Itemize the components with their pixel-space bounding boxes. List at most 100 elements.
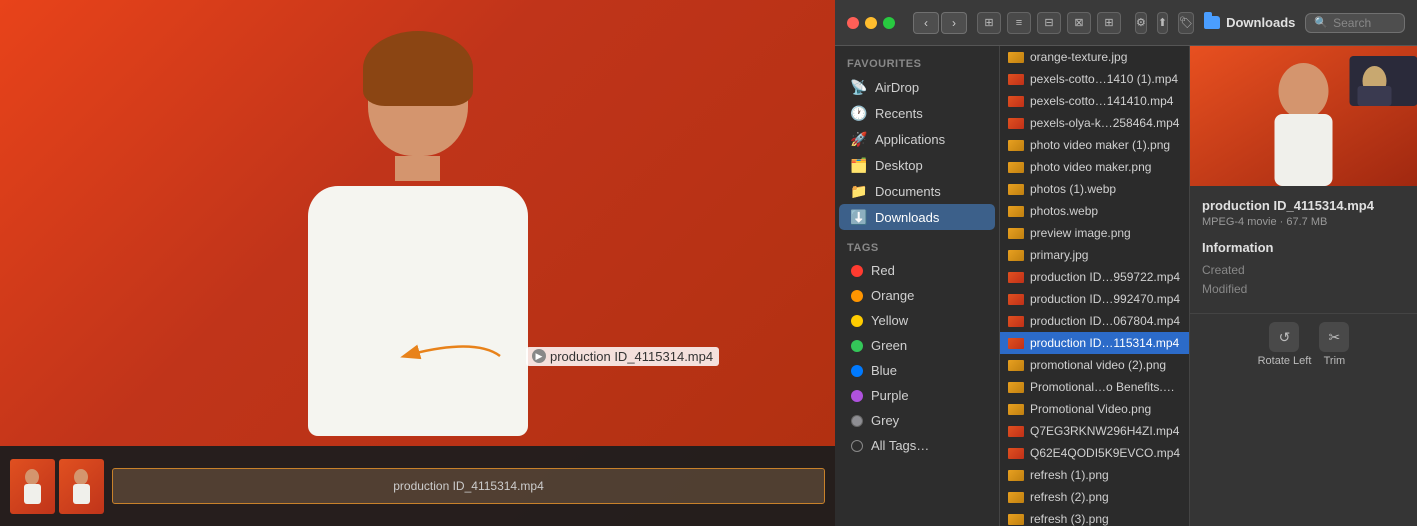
timeline-thumb-2[interactable] bbox=[59, 459, 104, 514]
file-item[interactable]: Q7EG3RKNW296H4ZI.mp4 bbox=[1000, 420, 1189, 442]
recents-icon: 🕐 bbox=[851, 105, 867, 121]
trim-icon: ✂ bbox=[1319, 322, 1349, 352]
file-name: preview image.png bbox=[1030, 226, 1181, 240]
trim-button[interactable]: ✂ Trim bbox=[1319, 322, 1349, 367]
sidebar-item-recents[interactable]: 🕐 Recents bbox=[839, 100, 995, 126]
search-box[interactable]: 🔍 bbox=[1305, 13, 1405, 33]
image-file-icon bbox=[1008, 162, 1024, 173]
file-name: Q62E4QODI5K9EVCO.mp4 bbox=[1030, 446, 1181, 460]
person-head bbox=[368, 46, 468, 156]
preview-filename: production ID_4115314.mp4 bbox=[1202, 198, 1405, 213]
file-item[interactable]: pexels-olya-k…258464.mp4 bbox=[1000, 112, 1189, 134]
file-icon bbox=[1008, 357, 1024, 373]
file-item[interactable]: photo video maker (1).png bbox=[1000, 134, 1189, 156]
rotate-left-icon: ↺ bbox=[1269, 322, 1299, 352]
file-item[interactable]: photos (1).webp bbox=[1000, 178, 1189, 200]
share-button[interactable]: ⬆ bbox=[1157, 12, 1168, 34]
minimize-button[interactable] bbox=[865, 17, 877, 29]
file-icon bbox=[1008, 445, 1024, 461]
file-item[interactable]: production ID…959722.mp4 bbox=[1000, 266, 1189, 288]
file-item[interactable]: production ID…115314.mp4 bbox=[1000, 332, 1189, 354]
file-item[interactable]: Promotional Video.png bbox=[1000, 398, 1189, 420]
preview-thumbnail bbox=[1190, 46, 1417, 186]
image-file-icon bbox=[1008, 382, 1024, 393]
documents-icon: 📁 bbox=[851, 183, 867, 199]
timeline-progress[interactable]: production ID_4115314.mp4 bbox=[112, 468, 825, 504]
file-item[interactable]: production ID…067804.mp4 bbox=[1000, 310, 1189, 332]
sidebar-tag-green[interactable]: Green bbox=[839, 333, 995, 358]
blue-tag-dot bbox=[851, 365, 863, 377]
file-item[interactable]: refresh (1).png bbox=[1000, 464, 1189, 486]
purple-tag-dot bbox=[851, 390, 863, 402]
sidebar-item-desktop[interactable]: 🗂️ Desktop bbox=[839, 152, 995, 178]
grey-tag-dot bbox=[851, 415, 863, 427]
file-item[interactable]: Promotional…o Benefits.png bbox=[1000, 376, 1189, 398]
tag-purple-label: Purple bbox=[871, 388, 909, 403]
green-tag-dot bbox=[851, 340, 863, 352]
file-icon bbox=[1008, 269, 1024, 285]
sidebar-tag-grey[interactable]: Grey bbox=[839, 408, 995, 433]
file-name: refresh (3).png bbox=[1030, 512, 1181, 526]
downloads-icon: ⬇️ bbox=[851, 209, 867, 225]
gallery-view-button[interactable]: ⊠ bbox=[1067, 12, 1091, 34]
sidebar-tag-yellow[interactable]: Yellow bbox=[839, 308, 995, 333]
timeline-thumb-1[interactable] bbox=[10, 459, 55, 514]
video-file-icon bbox=[1008, 338, 1024, 349]
annotation-label: production ID_4115314.mp4 bbox=[550, 349, 713, 364]
sidebar-item-applications[interactable]: 🚀 Applications bbox=[839, 126, 995, 152]
file-item[interactable]: promotional video (2).png bbox=[1000, 354, 1189, 376]
sidebar-tag-purple[interactable]: Purple bbox=[839, 383, 995, 408]
file-item[interactable]: photo video maker.png bbox=[1000, 156, 1189, 178]
file-item[interactable]: photos.webp bbox=[1000, 200, 1189, 222]
file-icon bbox=[1008, 467, 1024, 483]
sidebar-tag-red[interactable]: Red bbox=[839, 258, 995, 283]
finder-titlebar: ‹ › ⊞ ≡ ⊟ ⊠ ⊞ ⚙ ⬆ 🏷 Downloads 🔍 bbox=[835, 0, 1417, 46]
rotate-left-button[interactable]: ↺ Rotate Left bbox=[1258, 322, 1312, 367]
file-name: refresh (1).png bbox=[1030, 468, 1181, 482]
sidebar-documents-label: Documents bbox=[875, 184, 941, 199]
file-item[interactable]: refresh (2).png bbox=[1000, 486, 1189, 508]
sidebar-item-documents[interactable]: 📁 Documents bbox=[839, 178, 995, 204]
file-icon bbox=[1008, 247, 1024, 263]
file-name: photo video maker (1).png bbox=[1030, 138, 1181, 152]
sidebar-item-downloads[interactable]: ⬇️ Downloads bbox=[839, 204, 995, 230]
settings-button[interactable]: ⚙ bbox=[1135, 12, 1147, 34]
maximize-button[interactable] bbox=[883, 17, 895, 29]
sidebar-desktop-label: Desktop bbox=[875, 158, 923, 173]
file-item[interactable]: Q62E4QODI5K9EVCO.mp4 bbox=[1000, 442, 1189, 464]
list-view-button[interactable]: ≡ bbox=[1007, 12, 1031, 34]
red-tag-dot bbox=[851, 265, 863, 277]
forward-button[interactable]: › bbox=[941, 12, 967, 34]
sidebar-item-airdrop[interactable]: 📡 AirDrop bbox=[839, 74, 995, 100]
timeline-bar[interactable]: production ID_4115314.mp4 bbox=[0, 446, 835, 526]
sidebar-tag-orange[interactable]: Orange bbox=[839, 283, 995, 308]
window-controls bbox=[847, 17, 895, 29]
close-button[interactable] bbox=[847, 17, 859, 29]
thumb-preview-1 bbox=[10, 459, 55, 514]
back-button[interactable]: ‹ bbox=[913, 12, 939, 34]
file-name: pexels-cotto…141410.mp4 bbox=[1030, 94, 1181, 108]
sidebar-recents-label: Recents bbox=[875, 106, 923, 121]
column-view-button[interactable]: ⊟ bbox=[1037, 12, 1061, 34]
search-input[interactable] bbox=[1333, 16, 1398, 30]
tags-button[interactable]: 🏷 bbox=[1178, 12, 1194, 34]
file-name: production ID…959722.mp4 bbox=[1030, 270, 1181, 284]
orange-tag-dot bbox=[851, 290, 863, 302]
file-item[interactable]: pexels-cotto…1410 (1).mp4 bbox=[1000, 68, 1189, 90]
file-item[interactable]: orange-texture.jpg bbox=[1000, 46, 1189, 68]
sidebar-all-tags[interactable]: All Tags… bbox=[839, 433, 995, 458]
file-list: orange-texture.jpg pexels-cotto…1410 (1)… bbox=[1000, 46, 1189, 526]
image-file-icon bbox=[1008, 140, 1024, 151]
file-item[interactable]: refresh (3).png bbox=[1000, 508, 1189, 526]
file-item[interactable]: pexels-cotto…141410.mp4 bbox=[1000, 90, 1189, 112]
grid-view-button[interactable]: ⊞ bbox=[977, 12, 1001, 34]
video-file-icon bbox=[1008, 316, 1024, 327]
sidebar-tag-blue[interactable]: Blue bbox=[839, 358, 995, 383]
image-file-icon bbox=[1008, 492, 1024, 503]
file-item[interactable]: primary.jpg bbox=[1000, 244, 1189, 266]
file-item[interactable]: production ID…992470.mp4 bbox=[1000, 288, 1189, 310]
group-view-button[interactable]: ⊞ bbox=[1097, 12, 1121, 34]
toolbar-icons: ⊞ ≡ ⊟ ⊠ ⊞ bbox=[977, 12, 1121, 34]
file-name: promotional video (2).png bbox=[1030, 358, 1181, 372]
file-item[interactable]: preview image.png bbox=[1000, 222, 1189, 244]
